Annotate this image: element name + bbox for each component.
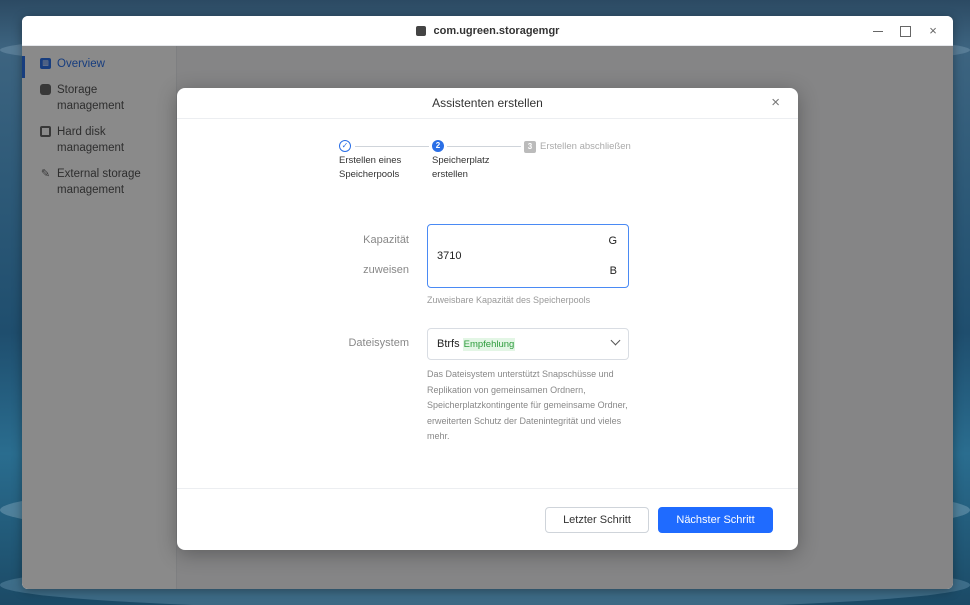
- window-title: com.ugreen.storagemgr: [433, 24, 560, 37]
- step-finish: 3 Erstellen abschließen: [524, 140, 631, 154]
- step-number-icon: 2: [432, 140, 444, 152]
- next-step-button[interactable]: Nächster Schritt: [658, 507, 773, 533]
- step-done-icon: ✓: [339, 140, 351, 152]
- step-create-pool: ✓ Erstellen eines Speicherpools: [339, 140, 409, 182]
- chevron-down-icon: [610, 335, 621, 346]
- app-icon: [415, 25, 426, 36]
- dialog-title: Assistenten erstellen: [432, 96, 543, 110]
- capacity-value: 3710: [437, 250, 462, 262]
- previous-step-button[interactable]: Letzter Schritt: [545, 507, 649, 533]
- close-icon[interactable]: ×: [771, 95, 780, 110]
- window-controls: ×: [872, 16, 939, 46]
- filesystem-select[interactable]: Btrfs Empfehlung: [427, 328, 629, 360]
- filesystem-description: Das Dateisystem unterstützt Snapschüsse …: [427, 369, 628, 441]
- recommendation-badge: Empfehlung: [462, 337, 516, 351]
- step-label: Speicherplatz erstellen: [432, 155, 490, 180]
- capacity-input[interactable]: 3710 G B: [427, 224, 629, 288]
- close-window-icon[interactable]: ×: [927, 24, 939, 37]
- capacity-label-line2: zuweisen: [363, 264, 409, 276]
- title-bar: com.ugreen.storagemgr ×: [22, 16, 953, 46]
- step-number-icon: 3: [524, 141, 536, 153]
- capacity-label: Kapazität: [363, 234, 409, 246]
- dialog-header: Assistenten erstellen ×: [177, 88, 798, 119]
- filesystem-label: Dateisystem: [348, 337, 409, 349]
- step-create-space: 2 Speicherplatz erstellen: [432, 140, 502, 182]
- step-label: Erstellen eines Speicherpools: [339, 155, 402, 180]
- maximize-icon[interactable]: [900, 25, 911, 37]
- capacity-hint: Zuweisbare Kapazität des Speicherpools: [427, 295, 591, 305]
- filesystem-value: Btrfs: [437, 338, 460, 350]
- wizard-dialog: Assistenten erstellen × ✓ Erstellen eine…: [177, 88, 798, 550]
- step-label: Erstellen abschließen: [540, 141, 631, 152]
- capacity-unit: G: [608, 235, 617, 247]
- minimize-icon[interactable]: [872, 25, 884, 37]
- wizard-steps: ✓ Erstellen eines Speicherpools 2 Speich…: [339, 140, 639, 190]
- capacity-unit: B: [609, 265, 617, 277]
- dialog-footer: Letzter Schritt Nächster Schritt: [177, 488, 798, 550]
